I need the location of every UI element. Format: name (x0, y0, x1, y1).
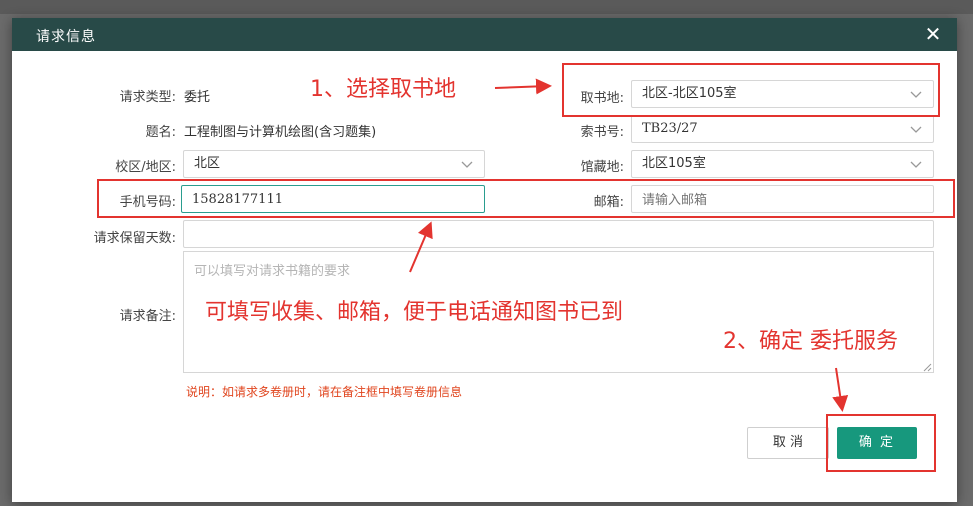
arrow-to-phone (409, 221, 433, 273)
arrow-to-confirm (832, 367, 849, 412)
annotation-arrows (409, 78, 849, 412)
arrow-to-pickup (494, 78, 552, 95)
